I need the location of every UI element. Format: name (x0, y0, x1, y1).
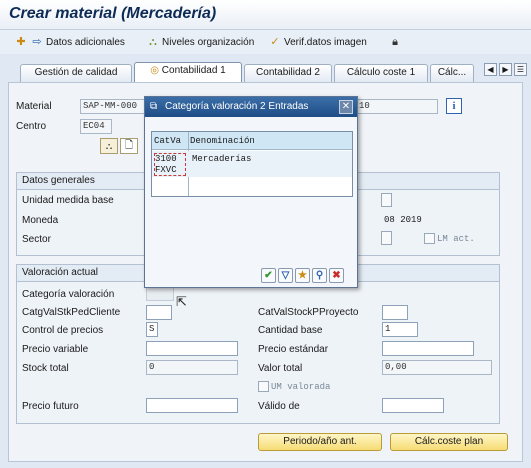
search-icon[interactable]: ⚲ (312, 268, 327, 283)
current-period: 08 2019 (384, 215, 422, 225)
values-table: CatVa Denominación 3100 FXVC Mercaderías (151, 131, 353, 197)
tab-accounting-2[interactable]: Contabilidad 2 (244, 64, 332, 82)
cancel-icon[interactable]: ✖ (329, 268, 344, 283)
title-bar: Crear material (Mercadería) (0, 0, 531, 30)
tab-costing-1[interactable]: Cálculo coste 1 (334, 64, 428, 82)
row-code-2: FXVC (155, 165, 177, 175)
valuated-uom-label: UM valorada (271, 382, 331, 392)
price-control-field[interactable]: S (146, 322, 158, 337)
mouse-cursor-icon: ⇱ (176, 294, 187, 309)
row-description: Mercaderías (192, 154, 252, 164)
uom-box[interactable] (381, 193, 392, 207)
calc-cost-plan-button[interactable]: Cálc.coste plan (390, 433, 508, 451)
valuated-uom-checkbox[interactable] (258, 381, 269, 392)
material-label: Material (16, 101, 52, 112)
price-unit-label: Cantidad base (258, 325, 323, 336)
document-icon[interactable]: 🗋︎ (120, 138, 138, 154)
valuation-category-dialog: ⧉ Categoría valoración 2 Entradas ✕ CatV… (144, 96, 358, 288)
tab-list-icon[interactable]: ☰ (514, 63, 527, 76)
total-value-field[interactable]: 0,00 (382, 360, 492, 375)
org-levels-button[interactable]: ⛬ Niveles organización (146, 34, 254, 50)
org-levels-icon[interactable]: ⛬ (100, 138, 118, 154)
valuation-category-field[interactable] (146, 286, 174, 301)
dialog-window-icon: ⧉ (150, 101, 158, 112)
material-field[interactable]: SAP-MM-000 (80, 99, 146, 114)
moving-price-label: Precio variable (22, 344, 89, 355)
tab-costing-more[interactable]: Cálc... (430, 64, 474, 82)
lock-button[interactable]: 🔒︎ (388, 34, 404, 50)
hierarchy-icon: ⛬ (149, 36, 157, 48)
additional-data-button[interactable]: ✚ ⇨ Datos adicionales (14, 34, 125, 50)
moving-price-field[interactable] (146, 341, 238, 356)
lm-act-label: LM act. (437, 234, 475, 244)
plant-field[interactable]: EC04 (80, 119, 112, 134)
row-code-1: 3100 (155, 154, 177, 164)
column-header-description[interactable]: Denominación (190, 132, 340, 150)
add-icon: ✚ (16, 36, 26, 48)
val-class-sales-field[interactable] (146, 305, 172, 320)
total-stock-field[interactable]: 0 (146, 360, 238, 375)
tab-quality-management[interactable]: Gestión de calidad (20, 64, 132, 82)
val-class-sales-label: CatgValStkPedCliente (22, 307, 121, 318)
currency-label: Moneda (22, 215, 59, 226)
val-class-project-label: CatValStockPProyecto (258, 307, 359, 318)
check-screen-data-button[interactable]: ✓ Verif.datos imagen (268, 34, 367, 50)
standard-price-label: Precio estándar (258, 344, 329, 355)
price-control-label: Control de precios (22, 325, 104, 336)
valuation-category-label: Categoría valoración (22, 289, 115, 300)
org-levels-label: Niveles organización (162, 37, 255, 48)
sector-box[interactable] (381, 231, 392, 245)
row-code-cell[interactable]: 3100 FXVC (154, 153, 186, 176)
dialog-title-bar: ⧉ Categoría valoración 2 Entradas (145, 97, 357, 117)
lm-act-checkbox[interactable] (424, 233, 435, 244)
material-description-field[interactable]: 10 (356, 99, 438, 114)
additional-data-label: Datos adicionales (46, 37, 125, 48)
tab-accounting-1-label: Contabilidad 1 (161, 65, 226, 76)
application-toolbar: ✚ ⇨ Datos adicionales ⛬ Niveles organizació… (0, 30, 531, 54)
favorites-icon[interactable]: ★ (295, 268, 310, 283)
lock-icon: 🔒︎ (392, 36, 398, 48)
val-class-project-field[interactable] (382, 305, 408, 320)
valid-from-label: Válido de (258, 401, 300, 412)
tab-accounting-1[interactable]: ◎ Contabilidad 1 (134, 62, 242, 82)
future-price-label: Precio futuro (22, 401, 79, 412)
price-unit-field[interactable]: 1 (382, 322, 418, 337)
dialog-title: Categoría valoración 2 Entradas (165, 101, 309, 112)
standard-price-field[interactable] (382, 341, 474, 356)
tab-scroll-left-icon[interactable]: ◀ (484, 63, 497, 76)
valid-from-field[interactable] (382, 398, 444, 413)
previous-period-button[interactable]: Periodo/año ant. (258, 433, 382, 451)
base-uom-label: Unidad medida base (22, 195, 114, 206)
filter-icon[interactable]: ▽ (278, 268, 293, 283)
future-price-field[interactable] (146, 398, 238, 413)
close-icon[interactable]: ✕ (339, 100, 353, 114)
column-header-code[interactable]: CatVa (154, 132, 186, 150)
confirm-icon[interactable]: ✔ (261, 268, 276, 283)
arrow-right-icon: ⇨ (32, 36, 42, 48)
tab-strip: Gestión de calidad ◎ Contabilidad 1 Cont… (0, 60, 531, 82)
plant-label: Centro (16, 121, 47, 132)
total-value-label: Valor total (258, 363, 303, 374)
check-screen-label: Verif.datos imagen (284, 37, 367, 48)
sector-label: Sector (22, 234, 51, 245)
tab-marker-icon: ◎ (150, 65, 159, 76)
total-stock-label: Stock total (22, 363, 69, 374)
tab-scroll-right-icon[interactable]: ▶ (499, 63, 512, 76)
info-icon[interactable]: i (446, 98, 462, 114)
check-data-icon: ✓ (270, 36, 280, 48)
window-title: Crear material (Mercadería) (9, 5, 217, 22)
